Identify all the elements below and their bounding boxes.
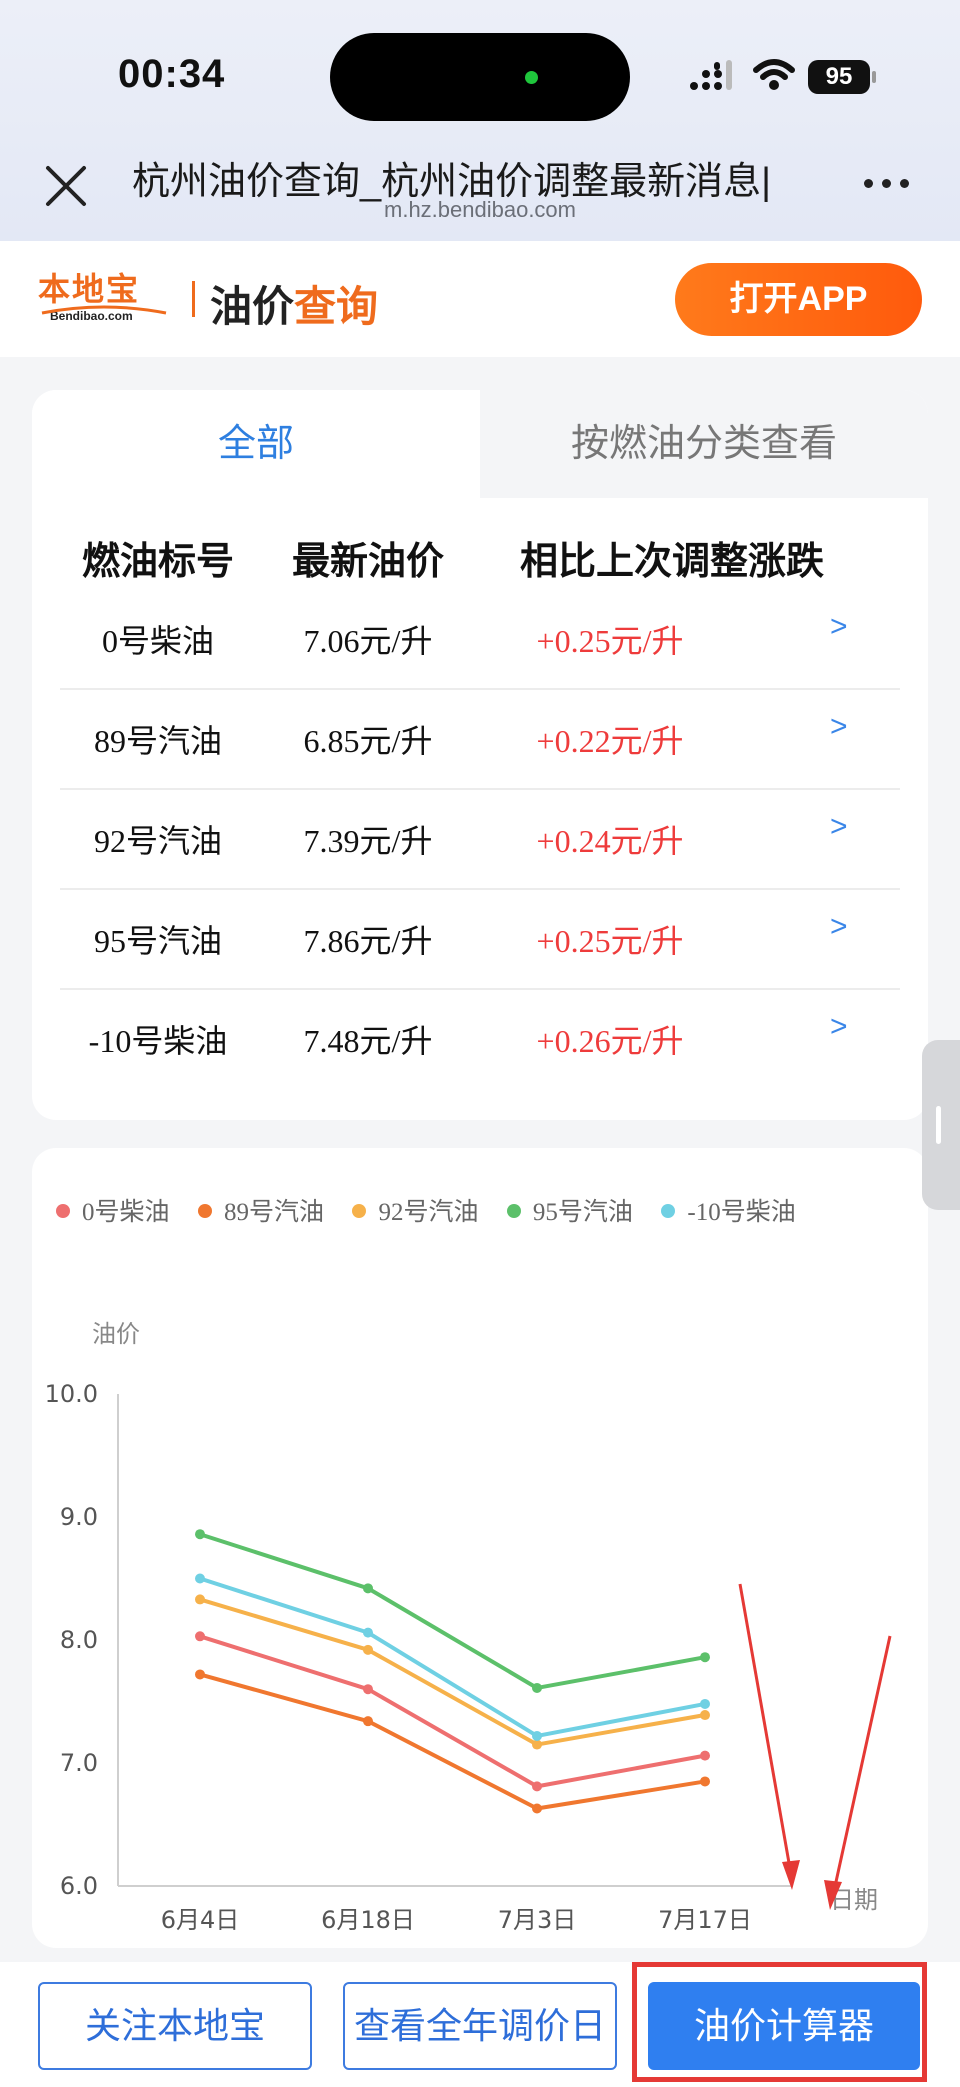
status-time: 00:34 [118,52,226,96]
y-tick-label: 9.0 [60,1503,98,1531]
price-card: 全部 按燃油分类查看 燃油标号 最新油价 相比上次调整涨跌 0号柴油 7.06元… [32,390,928,1120]
series-line-1 [199,1672,706,1811]
data-point [363,1684,373,1695]
data-point [532,1781,542,1792]
data-point [700,1776,710,1787]
x-tick-label: 7月17日 [658,1906,752,1934]
chevron-right-icon[interactable]: > [830,710,848,744]
price-change: +0.25元/升 [536,923,684,959]
x-axis-label: 日期 [830,1886,878,1914]
browser-header: 00:34 95 杭州油价查询_杭州油价调整最新消息| m.hz.bendiba… [0,0,960,241]
data-point [363,1627,373,1638]
header-divider [192,281,195,317]
price-change: +0.25元/升 [536,623,684,659]
price-change: +0.22元/升 [536,723,684,759]
fuel-price: 7.39元/升 [303,823,433,859]
data-point [700,1698,710,1709]
price-change: +0.26元/升 [536,1023,684,1059]
fuel-price: 7.06元/升 [303,623,433,659]
fuel-calculator-button[interactable]: 油价计算器 [648,1982,920,2070]
table-row[interactable]: 92号汽油 7.39元/升 +0.24元/升 > [60,790,900,890]
data-point [363,1644,373,1655]
data-point [700,1710,710,1721]
bottom-action-bar: 关注本地宝 查看全年调价日 油价计算器 [0,1962,960,2087]
y-tick-label: 8.0 [60,1626,98,1654]
table-row[interactable]: 95号汽油 7.86元/升 +0.25元/升 > [60,890,900,990]
side-drawer-handle[interactable] [922,1040,960,1210]
fuel-price: 7.86元/升 [303,923,433,959]
data-point [532,1682,542,1693]
y-tick-label: 6.0 [60,1872,98,1900]
follow-button[interactable]: 关注本地宝 [38,1982,312,2070]
header-price: 最新油价 [291,541,444,583]
wifi-icon [753,59,795,90]
header-change: 相比上次调整涨跌 [519,541,824,583]
data-point [195,1631,205,1642]
data-point [195,1573,205,1584]
series-line-4 [199,1576,706,1738]
logo-swoosh-icon [41,305,167,315]
fuel-name: 0号柴油 [101,623,214,659]
tab-by-fuel[interactable]: 按燃油分类查看 [480,390,928,498]
data-point [363,1716,373,1727]
site-header: 本地宝 Bendibao.com 油价查询 打开APP [0,241,960,357]
data-point [363,1583,373,1594]
x-tick-label: 6月18日 [321,1906,415,1934]
data-point [195,1594,205,1605]
data-point [532,1730,542,1741]
fuel-price: 6.85元/升 [303,723,433,759]
more-icon[interactable] [864,175,924,195]
x-tick-label: 7月3日 [498,1906,577,1934]
series-line-3 [199,1532,706,1690]
price-calendar-button[interactable]: 查看全年调价日 [343,1982,617,2070]
y-axis-label: 油价 [92,1320,140,1348]
header-fuel: 燃油标号 [81,541,234,583]
open-app-button[interactable]: 打开APP [675,263,922,336]
table-row[interactable]: -10号柴油 7.48元/升 +0.26元/升 > [60,990,900,1090]
chevron-right-icon[interactable]: > [830,1010,848,1044]
y-tick-label: 10.0 [45,1380,98,1408]
dynamic-island [330,33,630,121]
data-point [532,1739,542,1750]
data-point [700,1750,710,1761]
chevron-right-icon[interactable]: > [830,610,848,644]
cellular-signal-icon [690,60,732,90]
price-trend-chart-card: 0号柴油 89号汽油 92号汽油 95号汽油 -10号柴油 油价 10.0 9.0 8… [32,1148,928,1948]
data-point [195,1669,205,1680]
price-change: +0.24元/升 [536,823,684,859]
page-url: m.hz.bendibao.com [384,197,576,222]
fuel-name: 92号汽油 [93,823,222,859]
chevron-right-icon[interactable]: > [830,910,848,944]
data-point [195,1529,205,1540]
battery-indicator: 95 [808,60,876,94]
y-tick-label: 7.0 [60,1749,98,1777]
table-row[interactable]: 89号汽油 6.85元/升 +0.22元/升 > [60,690,900,790]
data-point [532,1803,542,1814]
fuel-price: 7.48元/升 [303,1023,433,1059]
tab-all[interactable]: 全部 [32,390,480,498]
line-chart: 油价 10.0 9.0 8.0 7.0 6.0 6月4日 6月18日 7月3日 7月17日 日期 [45,1320,878,1934]
data-point [700,1652,710,1663]
camera-indicator-icon [525,71,538,84]
fuel-name: 89号汽油 [93,723,222,759]
chevron-right-icon[interactable]: > [830,810,848,844]
table-row[interactable]: 0号柴油 7.06元/升 +0.25元/升 > [60,590,900,690]
fuel-name: -10号柴油 [88,1023,228,1059]
bendibao-logo[interactable]: 本地宝 Bendibao.com [38,269,170,331]
fuel-name: 95号汽油 [93,923,222,959]
site-title: 油价查询 [210,283,379,330]
x-tick-label: 6月4日 [161,1906,240,1934]
